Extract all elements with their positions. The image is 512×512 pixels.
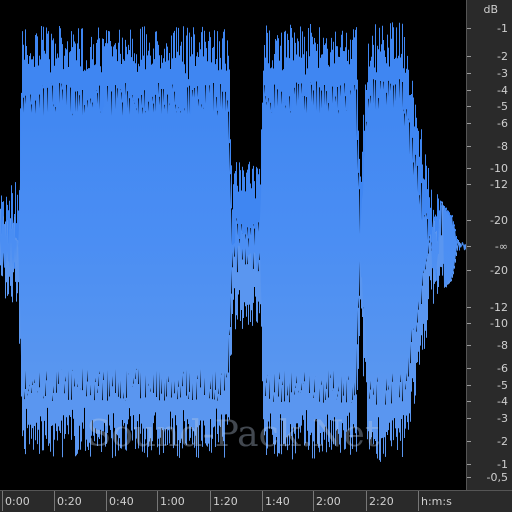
- waveform-graphic: [0, 22, 466, 462]
- db-label: -1: [497, 458, 508, 471]
- db-tick: [467, 106, 471, 107]
- time-units-label: h:m:s: [421, 495, 452, 508]
- db-label: -2: [497, 435, 508, 448]
- db-tick: [467, 246, 471, 247]
- db-tick: [467, 168, 471, 169]
- db-tick: [467, 220, 471, 221]
- db-label: -4: [497, 395, 508, 408]
- db-tick: [467, 401, 471, 402]
- db-tick: [467, 28, 471, 29]
- db-label: -20: [490, 214, 508, 227]
- db-tick: [467, 56, 471, 57]
- time-tick: [313, 491, 314, 511]
- time-tick: [54, 491, 55, 511]
- db-label: -8: [497, 140, 508, 153]
- time-label: 1:40: [265, 495, 290, 508]
- db-tick: [467, 307, 471, 308]
- db-tick: [467, 323, 471, 324]
- db-tick: [467, 464, 471, 465]
- time-tick: [262, 491, 263, 511]
- time-label: 1:20: [213, 495, 238, 508]
- db-label-center: -∞: [494, 240, 508, 253]
- db-label: -1: [497, 22, 508, 35]
- time-ruler[interactable]: 0:00 0:20 0:40 1:00 1:20 1:40 2:00 2:20 …: [0, 490, 512, 512]
- time-label: 1:00: [160, 495, 185, 508]
- waveform-display[interactable]: Sound-Pack.Net: [0, 0, 466, 490]
- db-tick: [467, 90, 471, 91]
- db-tick: [467, 270, 471, 271]
- time-tick: [106, 491, 107, 511]
- db-label: -12: [490, 301, 508, 314]
- time-tick: [2, 491, 3, 511]
- db-tick: [467, 368, 471, 369]
- time-label: 2:00: [316, 495, 341, 508]
- db-label: -10: [490, 162, 508, 175]
- time-label: 0:00: [5, 495, 30, 508]
- db-tick: [467, 123, 471, 124]
- db-label: -5: [497, 379, 508, 392]
- db-tick: [467, 345, 471, 346]
- db-tick: [467, 385, 471, 386]
- db-unit-label: dB: [483, 3, 498, 16]
- db-label: -0,5: [486, 471, 508, 484]
- time-label: 0:20: [57, 495, 82, 508]
- db-tick: [467, 418, 471, 419]
- time-tick: [418, 491, 419, 511]
- db-label: -4: [497, 84, 508, 97]
- db-tick: [467, 184, 471, 185]
- audio-waveform-viewer: Sound-Pack.Net dB -1 -2 -3 -4 -5 -6 -8 -…: [0, 0, 512, 512]
- db-label: -2: [497, 50, 508, 63]
- time-label: 0:40: [109, 495, 134, 508]
- db-label: -6: [497, 117, 508, 130]
- db-label: -8: [497, 339, 508, 352]
- db-tick: [467, 441, 471, 442]
- db-label: -3: [497, 412, 508, 425]
- db-label: -12: [490, 178, 508, 191]
- db-tick: [467, 73, 471, 74]
- db-tick: [467, 146, 471, 147]
- time-tick: [366, 491, 367, 511]
- db-label: -20: [490, 264, 508, 277]
- time-label: 2:20: [369, 495, 394, 508]
- time-tick: [210, 491, 211, 511]
- db-label: -3: [497, 67, 508, 80]
- db-label: -10: [490, 317, 508, 330]
- db-scale-ruler: dB -1 -2 -3 -4 -5 -6 -8 -10 -12 -20 -∞ -…: [466, 0, 512, 490]
- db-label: -6: [497, 362, 508, 375]
- db-tick: [467, 477, 471, 478]
- time-tick: [157, 491, 158, 511]
- db-label: -5: [497, 100, 508, 113]
